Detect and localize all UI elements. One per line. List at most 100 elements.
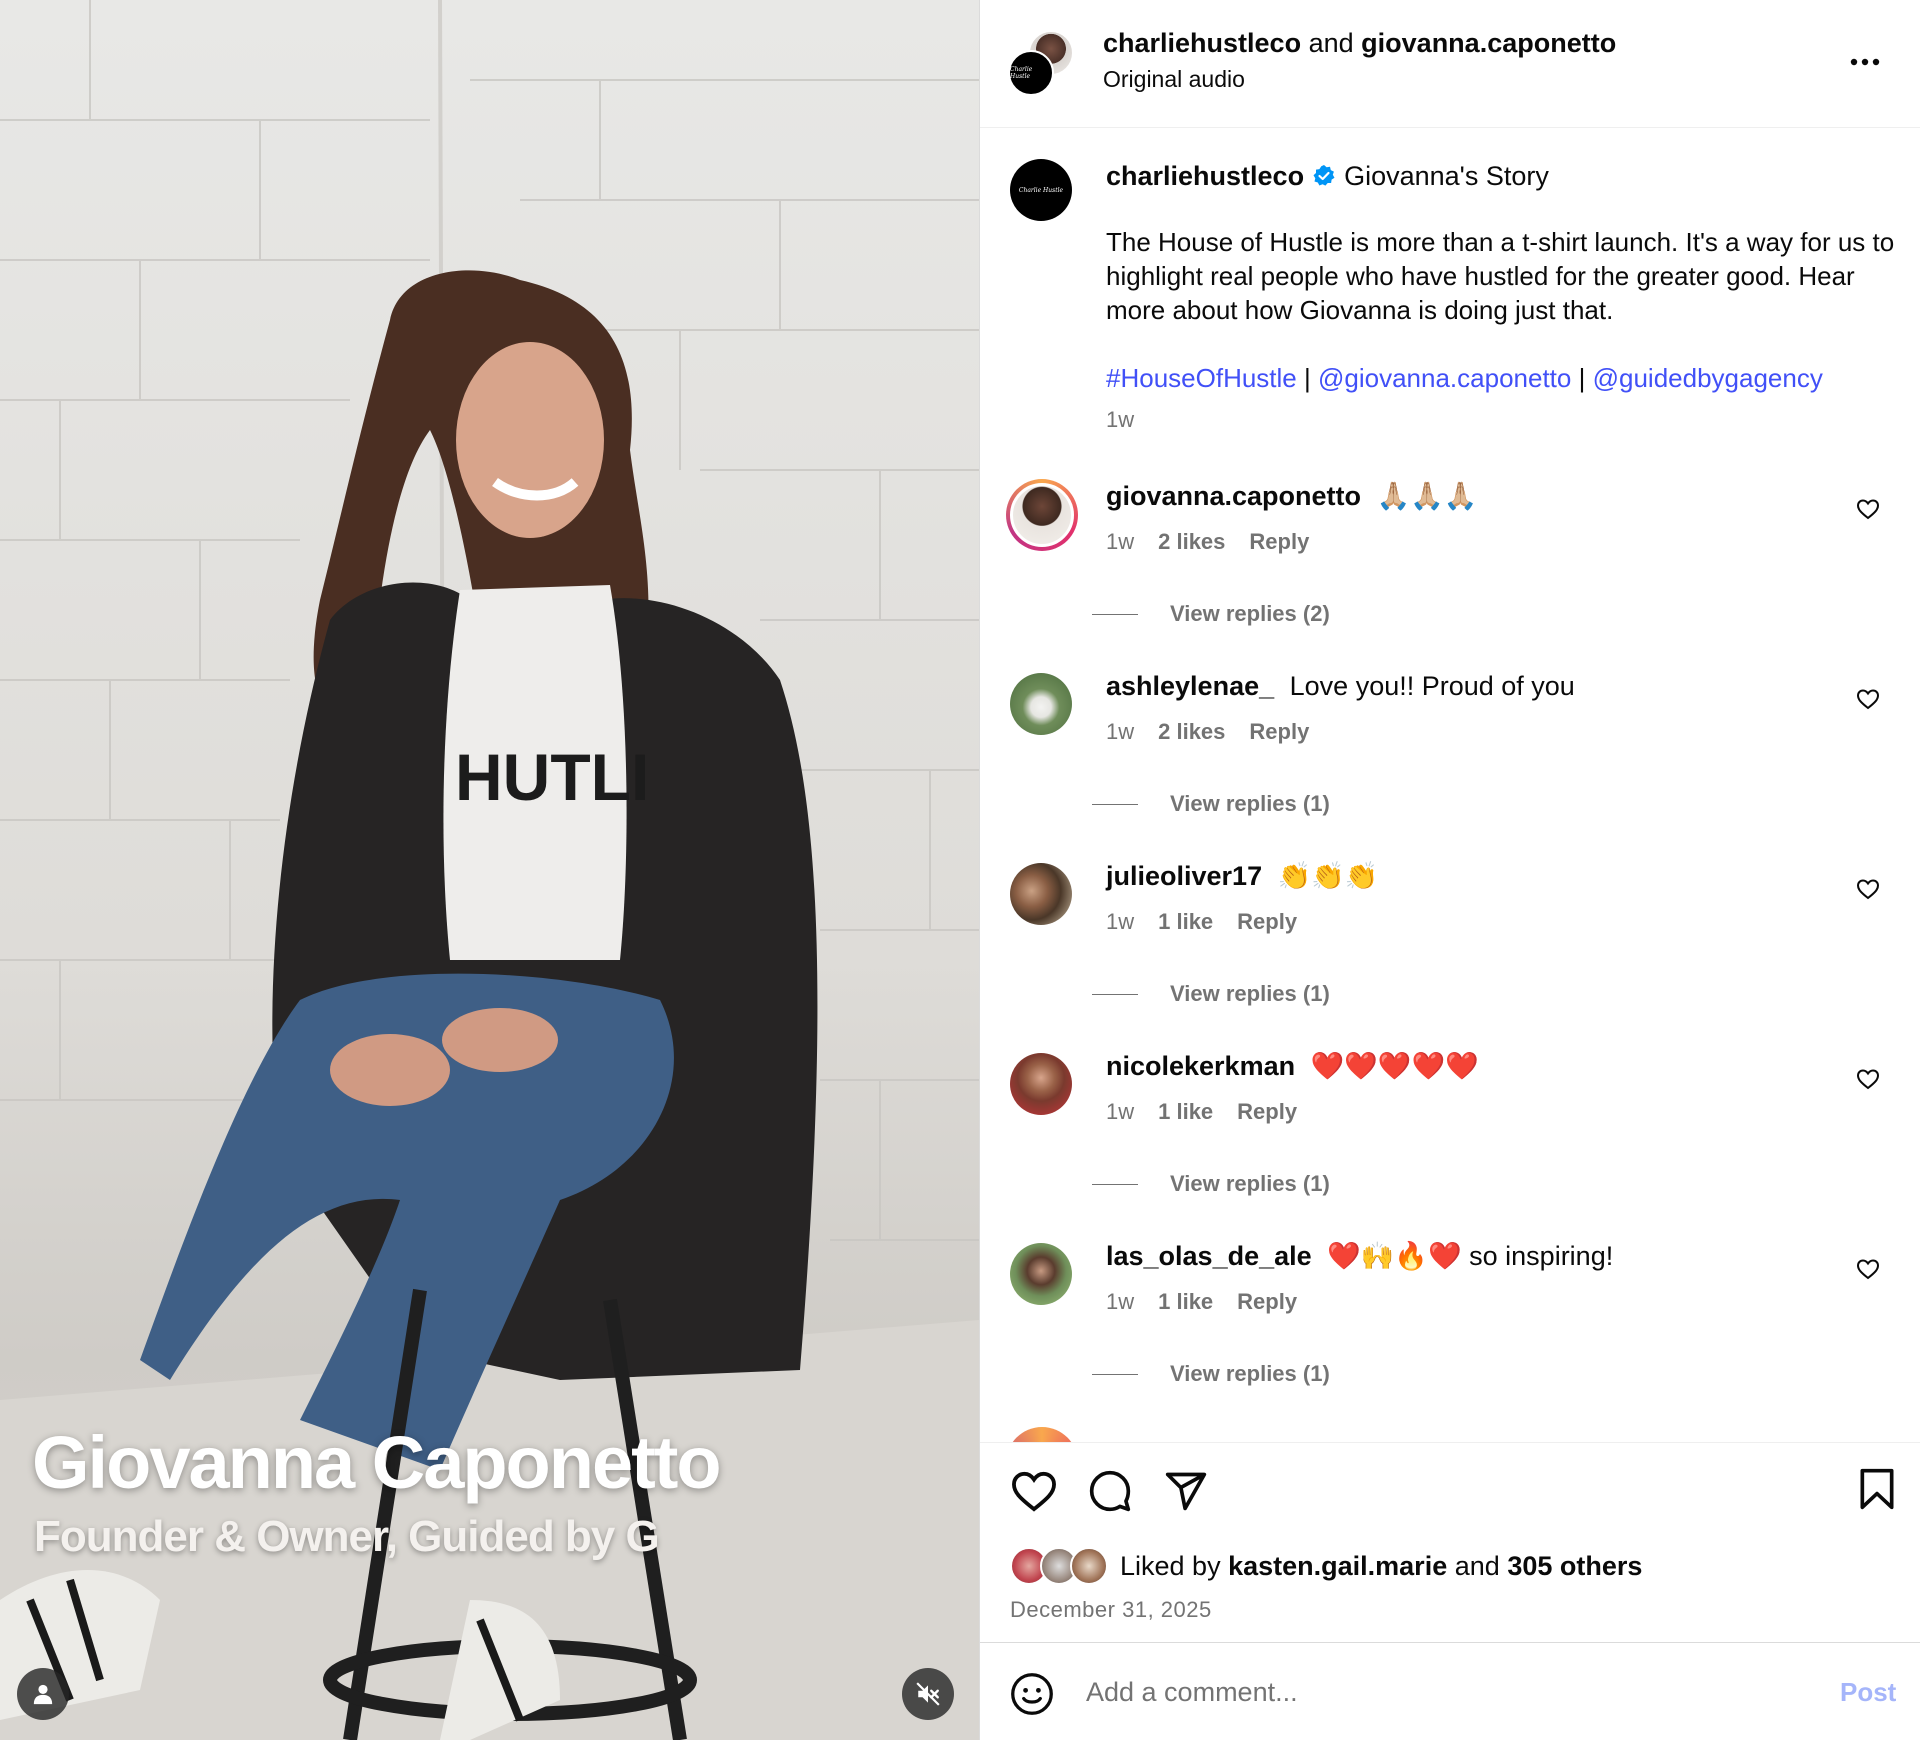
liked-by-connector: and	[1454, 1550, 1500, 1581]
header-connector: and	[1308, 28, 1354, 58]
tagged-users-button[interactable]	[17, 1668, 69, 1720]
comment-text: ❤️❤️❤️❤️❤️	[1310, 1051, 1479, 1081]
caption-body: The House of Hustle is more than a t-shi…	[1106, 227, 1895, 325]
post-comment-button[interactable]: Post	[1840, 1677, 1896, 1708]
mute-toggle-button[interactable]	[902, 1668, 954, 1720]
caption-title: Giovanna's Story	[1344, 161, 1549, 191]
heart-outline-icon	[1856, 499, 1880, 520]
comment-avatar[interactable]	[1010, 1053, 1072, 1115]
comment-avatar[interactable]	[1010, 673, 1072, 735]
liked-by-others[interactable]: 305 others	[1507, 1551, 1642, 1582]
comment-button[interactable]	[1086, 1467, 1134, 1515]
comment-item: nicolekerkman ❤️❤️❤️❤️❤️ 1w 1 like Reply…	[1010, 1049, 1900, 1239]
post-actions: Liked by kasten.gail.marie and 305 other…	[980, 1442, 1920, 1642]
liker-avatars	[1010, 1547, 1114, 1585]
comment-reply-button[interactable]: Reply	[1237, 1099, 1297, 1125]
view-replies-button[interactable]: View replies (1)	[1092, 1171, 1330, 1197]
comment-text: ❤️🙌🔥❤️ so inspiring!	[1327, 1241, 1614, 1271]
heart-outline-icon	[1856, 879, 1880, 900]
heart-outline-icon	[1856, 1069, 1880, 1090]
comment-likes[interactable]: 2 likes	[1158, 529, 1225, 555]
comment-likes[interactable]: 1 like	[1158, 1289, 1213, 1315]
heart-icon	[1012, 1471, 1056, 1512]
comment-username[interactable]: ashleylenae_	[1106, 671, 1274, 701]
comment-input[interactable]	[1086, 1667, 1786, 1717]
comment-time: 1w	[1106, 529, 1135, 554]
view-replies-button[interactable]: View replies (1)	[1092, 791, 1330, 817]
shirt-text: HUTLI	[455, 740, 649, 814]
comment-time: 1w	[1106, 719, 1135, 744]
collab-avatars[interactable]: Charlie Hustle	[1008, 30, 1074, 96]
add-comment-bar: Post	[980, 1642, 1920, 1740]
comment-like-button[interactable]	[1856, 687, 1880, 716]
view-replies-button[interactable]: View replies (1)	[1092, 1361, 1330, 1387]
comment-avatar-partial	[1006, 1427, 1078, 1442]
comment-avatar[interactable]	[1006, 479, 1078, 551]
comment-username[interactable]: las_olas_de_ale	[1106, 1241, 1312, 1271]
video-overlay-title: Founder & Owner, Guided by G	[34, 1512, 660, 1561]
comment-avatar[interactable]	[1010, 863, 1072, 925]
caption-tags: #HouseOfHustle | @giovanna.caponetto | @…	[1106, 361, 1896, 395]
hashtag-link[interactable]: #HouseOfHustle	[1106, 363, 1297, 393]
comment-likes[interactable]: 1 like	[1158, 909, 1213, 935]
header-user2-link[interactable]: giovanna.caponetto	[1361, 28, 1616, 58]
share-icon	[1165, 1472, 1207, 1511]
caption-username[interactable]: charliehustleco	[1106, 159, 1304, 193]
mention-link[interactable]: @guidedbygagency	[1593, 363, 1823, 393]
caption-timestamp: 1w	[1106, 407, 1135, 432]
comment-username[interactable]: julieoliver17	[1106, 861, 1262, 891]
comment-like-button[interactable]	[1856, 1067, 1880, 1096]
avatar-charliehustleco: Charlie Hustle	[1008, 50, 1054, 96]
mention-link[interactable]: @giovanna.caponetto	[1318, 363, 1571, 393]
comment-username[interactable]: giovanna.caponetto	[1106, 481, 1361, 511]
comment-text: 🙏🏼🙏🏼🙏🏼	[1376, 481, 1478, 511]
tag-separator: |	[1304, 363, 1311, 393]
post-date: December 31, 2025	[1010, 1597, 1212, 1622]
post-header: Charlie Hustle charliehustleco and giova…	[980, 0, 1920, 128]
comment-avatar[interactable]	[1010, 1243, 1072, 1305]
share-button[interactable]	[1162, 1467, 1210, 1515]
comment-item: las_olas_de_ale ❤️🙌🔥❤️ so inspiring! 1w …	[1010, 1239, 1900, 1429]
like-button[interactable]	[1010, 1467, 1058, 1515]
view-replies-button[interactable]: View replies (2)	[1092, 601, 1330, 627]
comment-likes[interactable]: 1 like	[1158, 1099, 1213, 1125]
save-button[interactable]	[1858, 1467, 1896, 1516]
more-options-button[interactable]	[1840, 44, 1890, 80]
video-overlay-name: Giovanna Caponetto	[32, 1421, 722, 1504]
liked-by-summary[interactable]: Liked by kasten.gail.marie and 305 other…	[1010, 1547, 1642, 1585]
more-horizontal-icon	[1850, 58, 1880, 66]
header-text: charliehustleco and giovanna.caponetto O…	[1103, 26, 1616, 94]
comment-text: Love you!! Proud of you	[1289, 671, 1575, 701]
caption-avatar[interactable]: Charlie Hustle	[1010, 159, 1072, 221]
heart-outline-icon	[1856, 1259, 1880, 1280]
comment-username[interactable]: nicolekerkman	[1106, 1051, 1295, 1081]
comment-text: 👏👏👏	[1277, 861, 1379, 891]
liked-by-user[interactable]: kasten.gail.marie	[1228, 1551, 1447, 1582]
comment-like-button[interactable]	[1856, 497, 1880, 526]
video-player[interactable]: HUTLI Giovanna Caponetto Founder & Owner…	[0, 0, 979, 1740]
emoji-icon	[1011, 1673, 1053, 1715]
comments-scroll-area[interactable]: Charlie Hustle charliehustleco Giovanna'…	[980, 129, 1920, 1442]
comment-like-button[interactable]	[1856, 877, 1880, 906]
comment-time: 1w	[1106, 909, 1135, 934]
speaker-muted-icon	[916, 1682, 940, 1706]
comment-likes[interactable]: 2 likes	[1158, 719, 1225, 745]
bookmark-icon	[1860, 1468, 1894, 1510]
comment-item: julieoliver17 👏👏👏 1w 1 like Reply View r…	[1010, 859, 1900, 1049]
emoji-button[interactable]	[1010, 1672, 1054, 1721]
heart-outline-icon	[1856, 689, 1880, 710]
user-icon	[33, 1684, 53, 1705]
audio-link[interactable]: Original audio	[1103, 64, 1616, 94]
header-user1-link[interactable]: charliehustleco	[1103, 28, 1301, 58]
liked-by-prefix: Liked by	[1120, 1550, 1221, 1581]
verified-badge-icon	[1313, 165, 1335, 186]
comment-reply-button[interactable]: Reply	[1237, 1289, 1297, 1315]
comment-reply-button[interactable]: Reply	[1249, 529, 1309, 555]
comment-item: ashleylenae_ Love you!! Proud of you 1w …	[1010, 669, 1900, 859]
view-replies-button[interactable]: View replies (1)	[1092, 981, 1330, 1007]
post-panel: Charlie Hustle charliehustleco and giova…	[979, 0, 1920, 1740]
comment-reply-button[interactable]: Reply	[1237, 909, 1297, 935]
comment-reply-button[interactable]: Reply	[1249, 719, 1309, 745]
comment-time: 1w	[1106, 1099, 1135, 1124]
comment-like-button[interactable]	[1856, 1257, 1880, 1286]
